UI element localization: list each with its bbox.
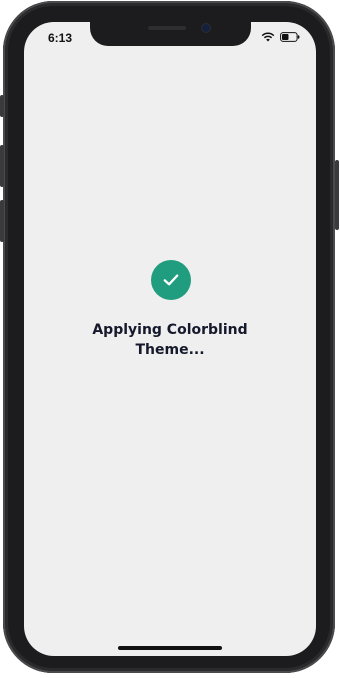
volume-down-button [0, 200, 4, 242]
success-badge [151, 260, 191, 300]
silent-switch [0, 95, 4, 117]
content-area: Applying Colorblind Theme... [24, 22, 316, 656]
power-button [335, 160, 339, 230]
status-message-line1: Applying Colorblind [92, 322, 248, 338]
status-message: Applying Colorblind Theme... [24, 320, 316, 360]
volume-up-button [0, 145, 4, 187]
status-message-line2: Theme... [135, 342, 205, 358]
checkmark-icon [161, 270, 181, 290]
home-indicator[interactable] [118, 646, 222, 650]
screen: 6:13 Applying Colorblind Theme... [24, 22, 316, 656]
